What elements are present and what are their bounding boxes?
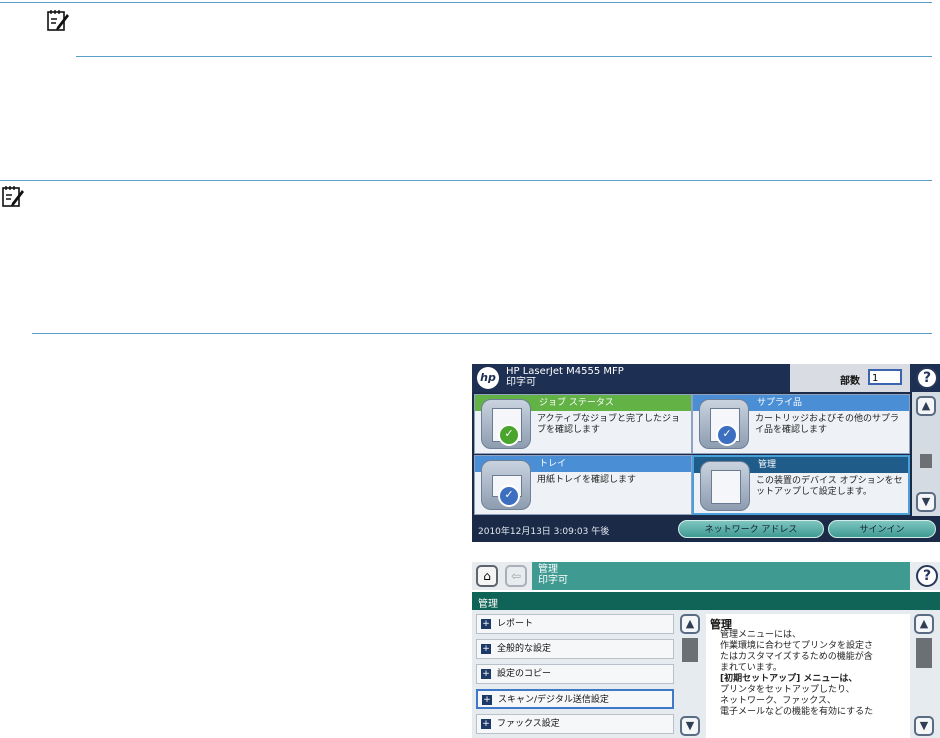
printer-home-screen: hp HP LaserJet M4555 MFP 印字可 部数 1 ? ジョブ … — [472, 364, 940, 542]
divider — [32, 333, 932, 334]
tile-description: この装置のデバイス オプションをセットアップして設定します。 — [756, 476, 903, 497]
home-scrollbar[interactable]: ▲ ▼ — [912, 392, 940, 516]
administration-screen: ⌂ ⇦ 管理 印字可 ? 管理 + レポート + 全般的な設定 + 設定のコピー… — [472, 562, 940, 738]
copies-label: 部数 — [840, 376, 860, 387]
menu-item-scan-digital-send[interactable]: + スキャン/デジタル送信設定 — [476, 689, 674, 709]
scroll-thumb[interactable] — [920, 454, 932, 468]
admin-title: 管理 印字可 — [538, 564, 568, 586]
tile-administration[interactable]: 管理 この装置のデバイス オプションをセットアップして設定します。 — [692, 455, 910, 515]
tile-trays[interactable]: トレイ ✓ 用紙トレイを確認します — [474, 455, 692, 515]
menu-item-label: スキャン/デジタル送信設定 — [498, 695, 609, 705]
menu-scroll-down-icon[interactable]: ▼ — [680, 716, 700, 736]
note-icon — [47, 10, 69, 31]
help-button[interactable]: ? — [916, 565, 938, 587]
help-line: 電子メールなどの機能を有効にするた — [720, 707, 874, 717]
help-line: [初期セットアップ] メニューは、 — [720, 674, 858, 684]
copies-input[interactable]: 1 — [868, 369, 902, 385]
menu-item-fax-settings[interactable]: + ファックス設定 — [476, 714, 674, 734]
admin-titlebar: 管理 印字可 — [532, 562, 910, 590]
help-scroll-thumb[interactable] — [916, 638, 932, 668]
help-scroll-up-icon[interactable]: ▲ — [914, 614, 934, 634]
supplies-icon: ✓ — [699, 399, 749, 449]
tile-supplies[interactable]: サプライ品 ✓ カートリッジおよびその他のサプライ品を確認します — [692, 394, 910, 454]
help-line: ネットワーク、ファックス、 — [720, 696, 836, 706]
menu-scroll-up-icon[interactable]: ▲ — [680, 614, 700, 634]
menu-item-general-settings[interactable]: + 全般的な設定 — [476, 639, 674, 659]
back-icon[interactable]: ⇦ — [505, 565, 527, 587]
menu-item-copy-settings[interactable]: + 設定のコピー — [476, 664, 674, 684]
menu-scroll-thumb[interactable] — [682, 638, 698, 662]
hp-logo-icon: hp — [477, 367, 499, 389]
job-status-icon: ✓ — [481, 399, 531, 449]
expand-icon: + — [482, 695, 492, 705]
admin-header: ⌂ ⇦ 管理 印字可 ? — [472, 562, 940, 590]
device-title: HP LaserJet M4555 MFP 印字可 — [506, 366, 624, 388]
expand-icon: + — [481, 644, 491, 654]
date-time: 2010年12月13日 3:09:03 午後 — [478, 527, 610, 537]
scroll-up-icon[interactable]: ▲ — [916, 396, 936, 416]
scroll-down-icon[interactable]: ▼ — [916, 492, 936, 512]
help-line: 管理メニューには、 — [720, 630, 802, 640]
home-header: hp HP LaserJet M4555 MFP 印字可 部数 1 ? — [472, 364, 940, 392]
help-line: プリンタをセットアップしたり、 — [720, 685, 855, 695]
tile-description: アクティブなジョブと完了したジョブを確認します — [537, 414, 681, 435]
administration-icon — [700, 461, 750, 511]
home-icon[interactable]: ⌂ — [476, 565, 498, 587]
menu-item-label: レポート — [497, 619, 534, 629]
menu-item-reports[interactable]: + レポート — [476, 614, 674, 634]
help-text: 管理メニューには、 作業環境に合わせてプリンタを設定さ たはカスタマイズするため… — [720, 630, 908, 718]
divider — [0, 180, 932, 181]
tray-icon: ✓ — [481, 460, 531, 510]
expand-icon: + — [481, 669, 491, 679]
section-band: 管理 — [472, 592, 940, 610]
network-address-button[interactable]: ネットワーク アドレス — [678, 520, 824, 538]
copies-control: 部数 1 — [790, 364, 910, 392]
help-line: たはカスタマイズするための機能が含 — [720, 652, 873, 662]
divider — [0, 2, 932, 3]
help-scroll-down-icon[interactable]: ▼ — [914, 716, 934, 736]
help-line: 作業環境に合わせてプリンタを設定さ — [720, 641, 874, 651]
device-status: 印字可 — [506, 377, 536, 388]
help-line: まれています。 — [720, 663, 782, 673]
expand-icon: + — [481, 619, 491, 629]
sign-in-button[interactable]: サインイン — [828, 520, 936, 538]
menu-item-label: 全般的な設定 — [497, 644, 552, 654]
menu-item-label: 設定のコピー — [497, 669, 552, 679]
section-title: 管理 — [478, 599, 498, 610]
page-title: 管理 — [538, 564, 558, 575]
tile-description: 用紙トレイを確認します — [537, 475, 637, 485]
divider — [76, 56, 932, 57]
expand-icon: + — [481, 719, 491, 729]
device-status: 印字可 — [538, 575, 568, 586]
menu-item-label: ファックス設定 — [497, 719, 560, 729]
help-button[interactable]: ? — [916, 367, 938, 389]
tile-description: カートリッジおよびその他のサプライ品を確認します — [755, 414, 900, 435]
product-name: HP LaserJet M4555 MFP — [506, 366, 624, 377]
tile-job-status[interactable]: ジョブ ステータス ✓ アクティブなジョブと完了したジョブを確認します — [474, 394, 692, 454]
home-footer: 2010年12月13日 3:09:03 午後 ネットワーク アドレス サインイン — [472, 516, 940, 542]
help-pane: 管理 管理メニューには、 作業環境に合わせてプリンタを設定さ たはカスタマイズす… — [706, 614, 910, 738]
note-icon — [2, 186, 24, 207]
